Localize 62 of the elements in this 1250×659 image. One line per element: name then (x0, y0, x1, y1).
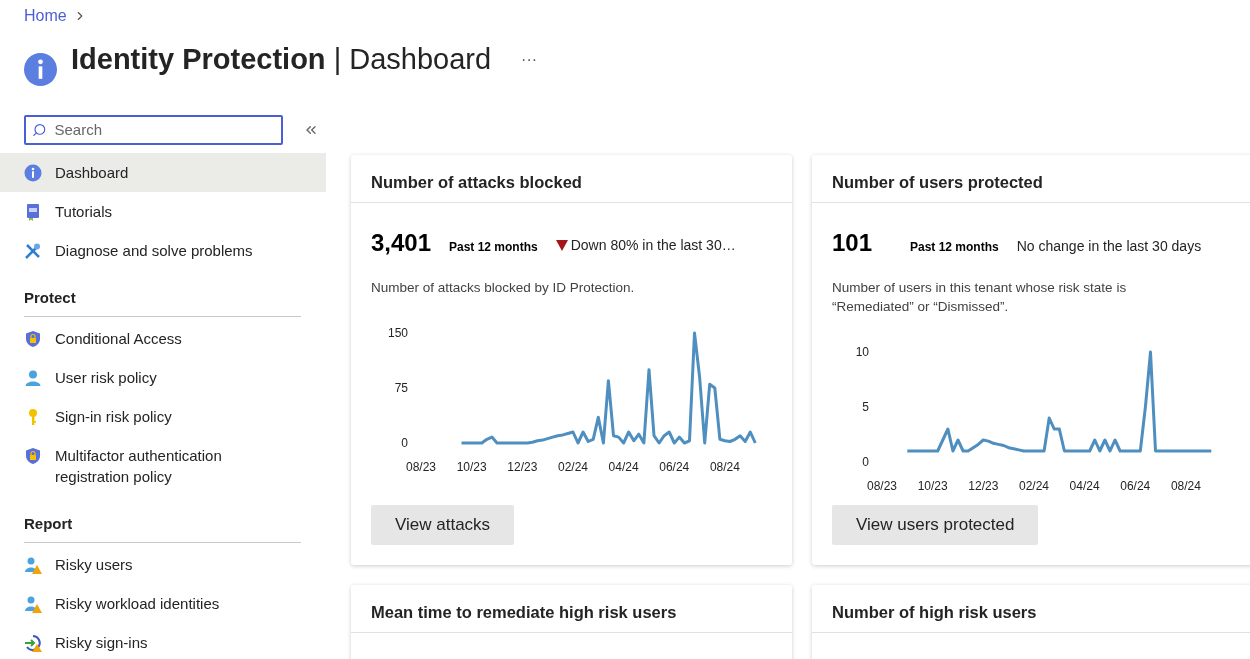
nav-item[interactable]: Sign-in risk policy (0, 397, 326, 436)
info-icon (24, 52, 57, 86)
axis-tick-label: 0 (401, 436, 408, 450)
trend-text: No change in the last 30 days (1016, 237, 1202, 256)
nav-item[interactable]: Diagnose and solve problems (0, 231, 326, 270)
axis-tick-label: 75 (394, 381, 408, 395)
axis-tick-label: 12/23 (968, 479, 999, 493)
search-icon (32, 122, 47, 138)
axis-tick-label: 08/23 (406, 460, 436, 474)
nav-item[interactable]: Risky sign-ins (0, 623, 326, 659)
card-description: Number of attacks blocked by ID Protection. (371, 279, 636, 297)
axis-tick-label: 04/24 (608, 460, 639, 474)
user-warning-icon (24, 595, 42, 613)
book-icon (24, 203, 42, 221)
metric-period: Past 12 months (449, 239, 538, 256)
axis-tick-label: 08/24 (709, 460, 740, 474)
axis-tick-label: 06/24 (1120, 479, 1151, 493)
axis-tick-label: 06/24 (659, 460, 690, 474)
metric-value: 3,401 (371, 228, 433, 258)
tools-icon (24, 242, 42, 260)
info-icon (24, 164, 42, 182)
axis-tick-label: 5 (862, 400, 869, 414)
shield-lock-icon (24, 330, 42, 348)
section-heading: Protect (24, 289, 76, 306)
shield-lock-icon (24, 447, 42, 465)
axis-tick-label: 10/23 (456, 460, 487, 474)
card-description: Number of users in this tenant whose risk state is “Remediated” or “Dismissed”. (832, 279, 1128, 316)
axis-tick-label: 04/24 (1069, 479, 1100, 493)
metric-period: Past 12 months (910, 239, 999, 256)
section-heading: Report (24, 515, 73, 532)
trend-text: Down 80% in the last 30… (570, 236, 736, 255)
nav-item[interactable]: Multifactor authentication registration policy (0, 436, 326, 496)
user-icon (24, 369, 42, 387)
search-input[interactable]: Search (54, 118, 275, 142)
axis-tick-label: 08/24 (1170, 479, 1201, 493)
sign-in-warning-icon (24, 634, 42, 652)
axis-tick-label: 02/24 (1018, 479, 1049, 493)
nav-item[interactable]: Conditional Access (0, 319, 326, 358)
nav-item[interactable]: User risk policy (0, 358, 326, 397)
user-warning-icon (24, 556, 42, 574)
card-title: Number of users protected (832, 173, 1043, 191)
nav-item[interactable]: Risky users (0, 545, 326, 584)
axis-tick-label: 08/23 (867, 479, 897, 493)
view-button[interactable]: View users protected (832, 505, 1039, 545)
axis-tick-label: 150 (387, 326, 408, 340)
card-title: Mean time to remediate high risk users (371, 603, 677, 621)
axis-tick-label: 02/24 (557, 460, 588, 474)
axis-tick-label: 10 (855, 345, 869, 359)
axis-tick-label: 0 (862, 455, 869, 469)
search-field[interactable]: Search (24, 115, 283, 145)
axis-tick-label: 12/23 (507, 460, 538, 474)
page-title: Identity Protection | Dashboard (71, 42, 492, 78)
metric-value: 101 (832, 228, 874, 258)
axis-tick-label: 10/23 (917, 479, 948, 493)
card-title: Number of attacks blocked (371, 173, 582, 191)
card-title: Number of high risk users (832, 603, 1037, 621)
breadcrumb-link[interactable]: Home (24, 3, 67, 28)
nav-item[interactable]: Risky workload identities (0, 584, 326, 623)
more-button[interactable]: ··· (521, 48, 538, 72)
nav-item[interactable]: Tutorials (0, 192, 326, 231)
nav-item[interactable]: Dashboard (0, 153, 326, 192)
view-button[interactable]: View attacks (371, 505, 515, 545)
